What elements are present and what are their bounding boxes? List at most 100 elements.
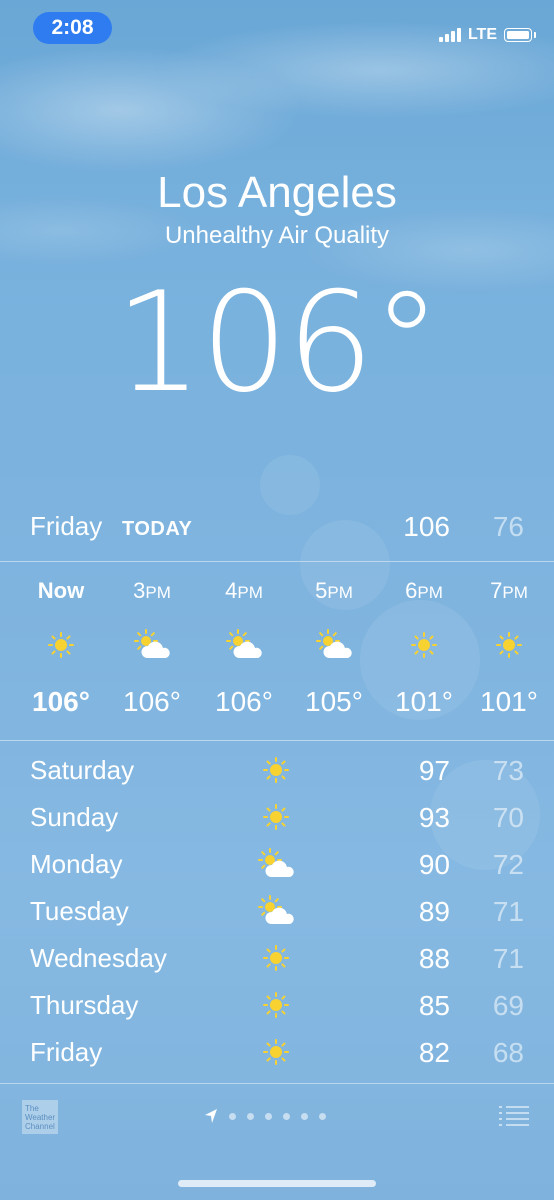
network-type: LTE xyxy=(467,26,497,43)
hour-icon-wrap xyxy=(224,628,264,662)
hour-time: 7 xyxy=(490,578,503,603)
hour-suffix: PM xyxy=(417,583,443,602)
hour-suffix: PM xyxy=(145,583,171,602)
sun-icon xyxy=(263,804,289,830)
hour-icon-wrap xyxy=(489,628,529,662)
daily-forecast-row: Sunday 93 70 xyxy=(0,794,554,841)
hour-icon-wrap xyxy=(314,628,354,662)
day-high: 93 xyxy=(418,802,450,833)
day-name: Thursday xyxy=(30,990,139,1020)
day-icon-wrap xyxy=(256,988,296,1022)
hour-icon-wrap xyxy=(404,628,444,662)
day-name: Saturday xyxy=(30,755,135,785)
hour-temperature: 101° xyxy=(395,686,453,717)
page-dot[interactable] xyxy=(265,1112,272,1120)
hour-suffix: PM xyxy=(327,583,353,602)
divider xyxy=(0,740,554,741)
home-indicator[interactable] xyxy=(178,1180,376,1187)
hour-icon-wrap xyxy=(132,628,172,662)
day-low: 69 xyxy=(492,990,524,1021)
page-dot[interactable] xyxy=(283,1112,290,1120)
list-icon[interactable] xyxy=(498,1104,530,1128)
status-time[interactable]: 2:08 xyxy=(33,12,112,44)
day-low: 70 xyxy=(492,802,524,833)
partly-cloudy-icon xyxy=(316,629,352,658)
hour-temperature: 106° xyxy=(215,686,273,717)
sun-icon xyxy=(48,632,74,658)
page-indicator[interactable] xyxy=(204,1106,326,1126)
daily-forecast-row: Thursday 85 69 xyxy=(0,982,554,1029)
hour-label: 7PM xyxy=(463,578,554,604)
day-high: 97 xyxy=(418,755,450,786)
hour-label: 6PM xyxy=(378,578,470,604)
daily-forecast-row: Wednesday 88 71 xyxy=(0,935,554,982)
sun-icon xyxy=(263,992,289,1018)
daily-forecast-row: Tuesday 89 71 xyxy=(0,888,554,935)
day-name: Monday xyxy=(30,849,123,879)
day-icon-wrap xyxy=(256,753,296,787)
day-icon-wrap xyxy=(256,800,296,834)
sky-background xyxy=(0,0,554,520)
day-low: 71 xyxy=(492,943,524,974)
partly-cloudy-icon xyxy=(258,895,294,924)
hourly-forecast[interactable]: Now 106° 3PM 106° 4PM 106° 5PM 105° 6PM 101° 7PM 10… xyxy=(0,562,554,740)
hour-time: 3 xyxy=(133,578,146,603)
sun-icon xyxy=(496,632,522,658)
hour-label: 5PM xyxy=(288,578,380,604)
today-day-name: Friday xyxy=(30,511,103,541)
day-icon-wrap xyxy=(256,941,296,975)
page-dot[interactable] xyxy=(319,1112,326,1120)
city-name: Los Angeles xyxy=(157,168,397,217)
status-indicators: LTE xyxy=(438,24,536,46)
today-summary: Friday TODAY 106 76 xyxy=(0,505,554,551)
day-low: 68 xyxy=(492,1037,524,1068)
hour-temperature: 101° xyxy=(480,686,538,717)
signal-icon xyxy=(438,28,461,42)
sun-icon xyxy=(263,945,289,971)
sun-icon xyxy=(263,1039,289,1065)
weather-channel-logo[interactable]: The Weather Channel xyxy=(22,1100,58,1134)
hour-time: 4 xyxy=(225,578,238,603)
partly-cloudy-icon xyxy=(134,629,170,658)
hour-suffix: PM xyxy=(237,583,263,602)
daily-forecast-row: Friday 82 68 xyxy=(0,1029,554,1076)
hour-time: 5 xyxy=(315,578,328,603)
partly-cloudy-icon xyxy=(258,848,294,877)
day-low: 71 xyxy=(492,896,524,927)
sun-icon xyxy=(411,632,437,658)
day-name: Sunday xyxy=(30,802,119,832)
today-label: TODAY xyxy=(122,518,193,540)
hour-time: 6 xyxy=(405,578,418,603)
day-high: 85 xyxy=(418,990,450,1021)
page-dot[interactable] xyxy=(247,1112,254,1120)
current-temperature: 106° xyxy=(114,262,441,423)
daily-forecast-row: Saturday 97 73 xyxy=(0,747,554,794)
hour-temperature: 106° xyxy=(123,686,181,717)
hour-label: 3PM xyxy=(106,578,198,604)
page-dot[interactable] xyxy=(229,1112,236,1120)
day-icon-wrap xyxy=(256,1035,296,1069)
partly-cloudy-icon xyxy=(226,629,262,658)
hour-icon-wrap xyxy=(41,628,81,662)
day-name: Wednesday xyxy=(30,943,167,973)
divider xyxy=(0,1083,554,1084)
hour-temperature: 105° xyxy=(305,686,363,717)
hour-label: 4PM xyxy=(198,578,290,604)
today-low: 76 xyxy=(492,511,524,542)
page-dot[interactable] xyxy=(301,1112,308,1120)
hour-label: Now xyxy=(15,578,107,604)
hour-suffix: PM xyxy=(502,583,528,602)
today-high: 106 xyxy=(403,511,450,542)
hour-temperature: 106° xyxy=(32,686,90,717)
location-arrow-icon xyxy=(205,1109,217,1123)
daily-forecast-row: Monday 90 72 xyxy=(0,841,554,888)
sun-icon xyxy=(263,757,289,783)
day-icon-wrap xyxy=(256,894,296,928)
day-high: 82 xyxy=(418,1037,450,1068)
air-quality-status: Unhealthy Air Quality xyxy=(164,222,390,249)
day-low: 72 xyxy=(492,849,524,880)
hour-time: Now xyxy=(37,578,85,603)
battery-icon xyxy=(504,28,536,42)
day-name: Friday xyxy=(30,1037,103,1067)
day-high: 89 xyxy=(418,896,450,927)
